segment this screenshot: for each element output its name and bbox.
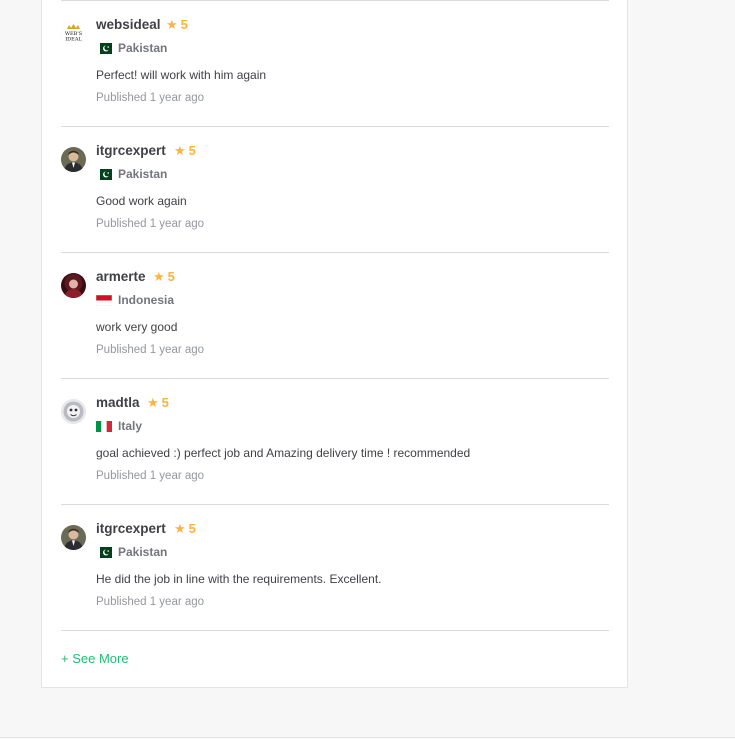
country-name: Pakistan [118,167,168,181]
divider [0,737,735,738]
reviewer-country: Italy [96,419,142,433]
review-published: Published 1 year ago [96,596,204,608]
published-time: 1 year ago [149,92,205,104]
indonesia-flag-icon [96,294,112,306]
review-published: Published 1 year ago [96,470,204,482]
reviewer-username[interactable]: madtla [96,395,140,410]
websideal-logo-icon[interactable]: WEB'S IDEAL [61,21,86,46]
rating-value: 5 [188,521,196,536]
pakistan-flag-icon [96,168,112,180]
country-name: Pakistan [118,545,168,559]
review-published: Published 1 year ago [96,92,204,104]
published-label: Published [96,470,147,482]
italy-flag-icon [96,420,112,432]
published-time: 1 year ago [149,596,205,608]
star-icon: ★ [174,521,186,536]
star-icon: ★ [153,269,165,284]
divider [61,630,609,631]
reviews-card: WEB'S IDEAL websideal ★ 5 Pakistan Perfec… [41,0,628,688]
reviewer-country: Indonesia [96,293,174,307]
svg-text:IDEAL: IDEAL [65,37,82,43]
country-name: Indonesia [118,293,175,307]
rating-value: 5 [161,395,169,410]
star-icon: ★ [174,143,186,158]
rating: ★ 5 [147,395,169,411]
reviews-list: WEB'S IDEAL websideal ★ 5 Pakistan Perfec… [61,0,609,631]
rating: ★ 5 [153,269,175,285]
review-comment: Good work again [96,194,187,208]
review-item: WEB'S IDEAL websideal ★ 5 Pakistan Perfec… [61,0,609,126]
published-time: 1 year ago [149,344,205,356]
rating: ★ 5 [174,143,196,159]
review-comment: work very good [96,320,178,334]
published-label: Published [96,344,147,356]
reviewer-username[interactable]: armerte [96,269,146,284]
user-photo-icon[interactable] [61,147,86,172]
star-icon: ★ [147,395,159,410]
user-photo-icon[interactable] [61,399,86,424]
reviewer-country: Pakistan [96,41,167,55]
rating: ★ 5 [166,17,188,33]
review-comment: goal achieved :) perfect job and Amazing… [96,446,471,460]
reviewer-country: Pakistan [96,167,167,181]
rating-value: 5 [180,17,188,32]
see-more-link[interactable]: + See More [61,651,129,666]
rating: ★ 5 [174,521,196,537]
published-label: Published [96,92,147,104]
published-label: Published [96,596,147,608]
review-item: madtla ★ 5 Italy goal achieved :) perfect… [61,378,609,504]
reviewer-country: Pakistan [96,545,167,559]
pakistan-flag-icon [96,546,112,558]
rating-value: 5 [167,269,175,284]
published-label: Published [96,218,147,230]
reviewer-username[interactable]: websideal [96,17,161,32]
review-item: itgrcexpert ★ 5 Pakistan Good work again … [61,126,609,252]
country-name: Italy [118,419,143,433]
published-time: 1 year ago [149,218,205,230]
star-icon: ★ [166,17,178,32]
pakistan-flag-icon [96,42,112,54]
user-photo-icon[interactable] [61,273,86,298]
review-item: armerte ★ 5 Indonesia work very good Publ… [61,252,609,378]
user-photo-icon[interactable] [61,525,86,550]
rating-value: 5 [188,143,196,158]
review-comment: Perfect! will work with him again [96,68,267,82]
review-published: Published 1 year ago [96,344,204,356]
published-time: 1 year ago [149,470,205,482]
country-name: Pakistan [118,41,168,55]
reviewer-username[interactable]: itgrcexpert [96,521,166,536]
review-item: itgrcexpert ★ 5 Pakistan He did the job i… [61,504,609,630]
review-published: Published 1 year ago [96,218,204,230]
reviewer-username[interactable]: itgrcexpert [96,143,166,158]
review-comment: He did the job in line with the requirem… [96,572,382,586]
